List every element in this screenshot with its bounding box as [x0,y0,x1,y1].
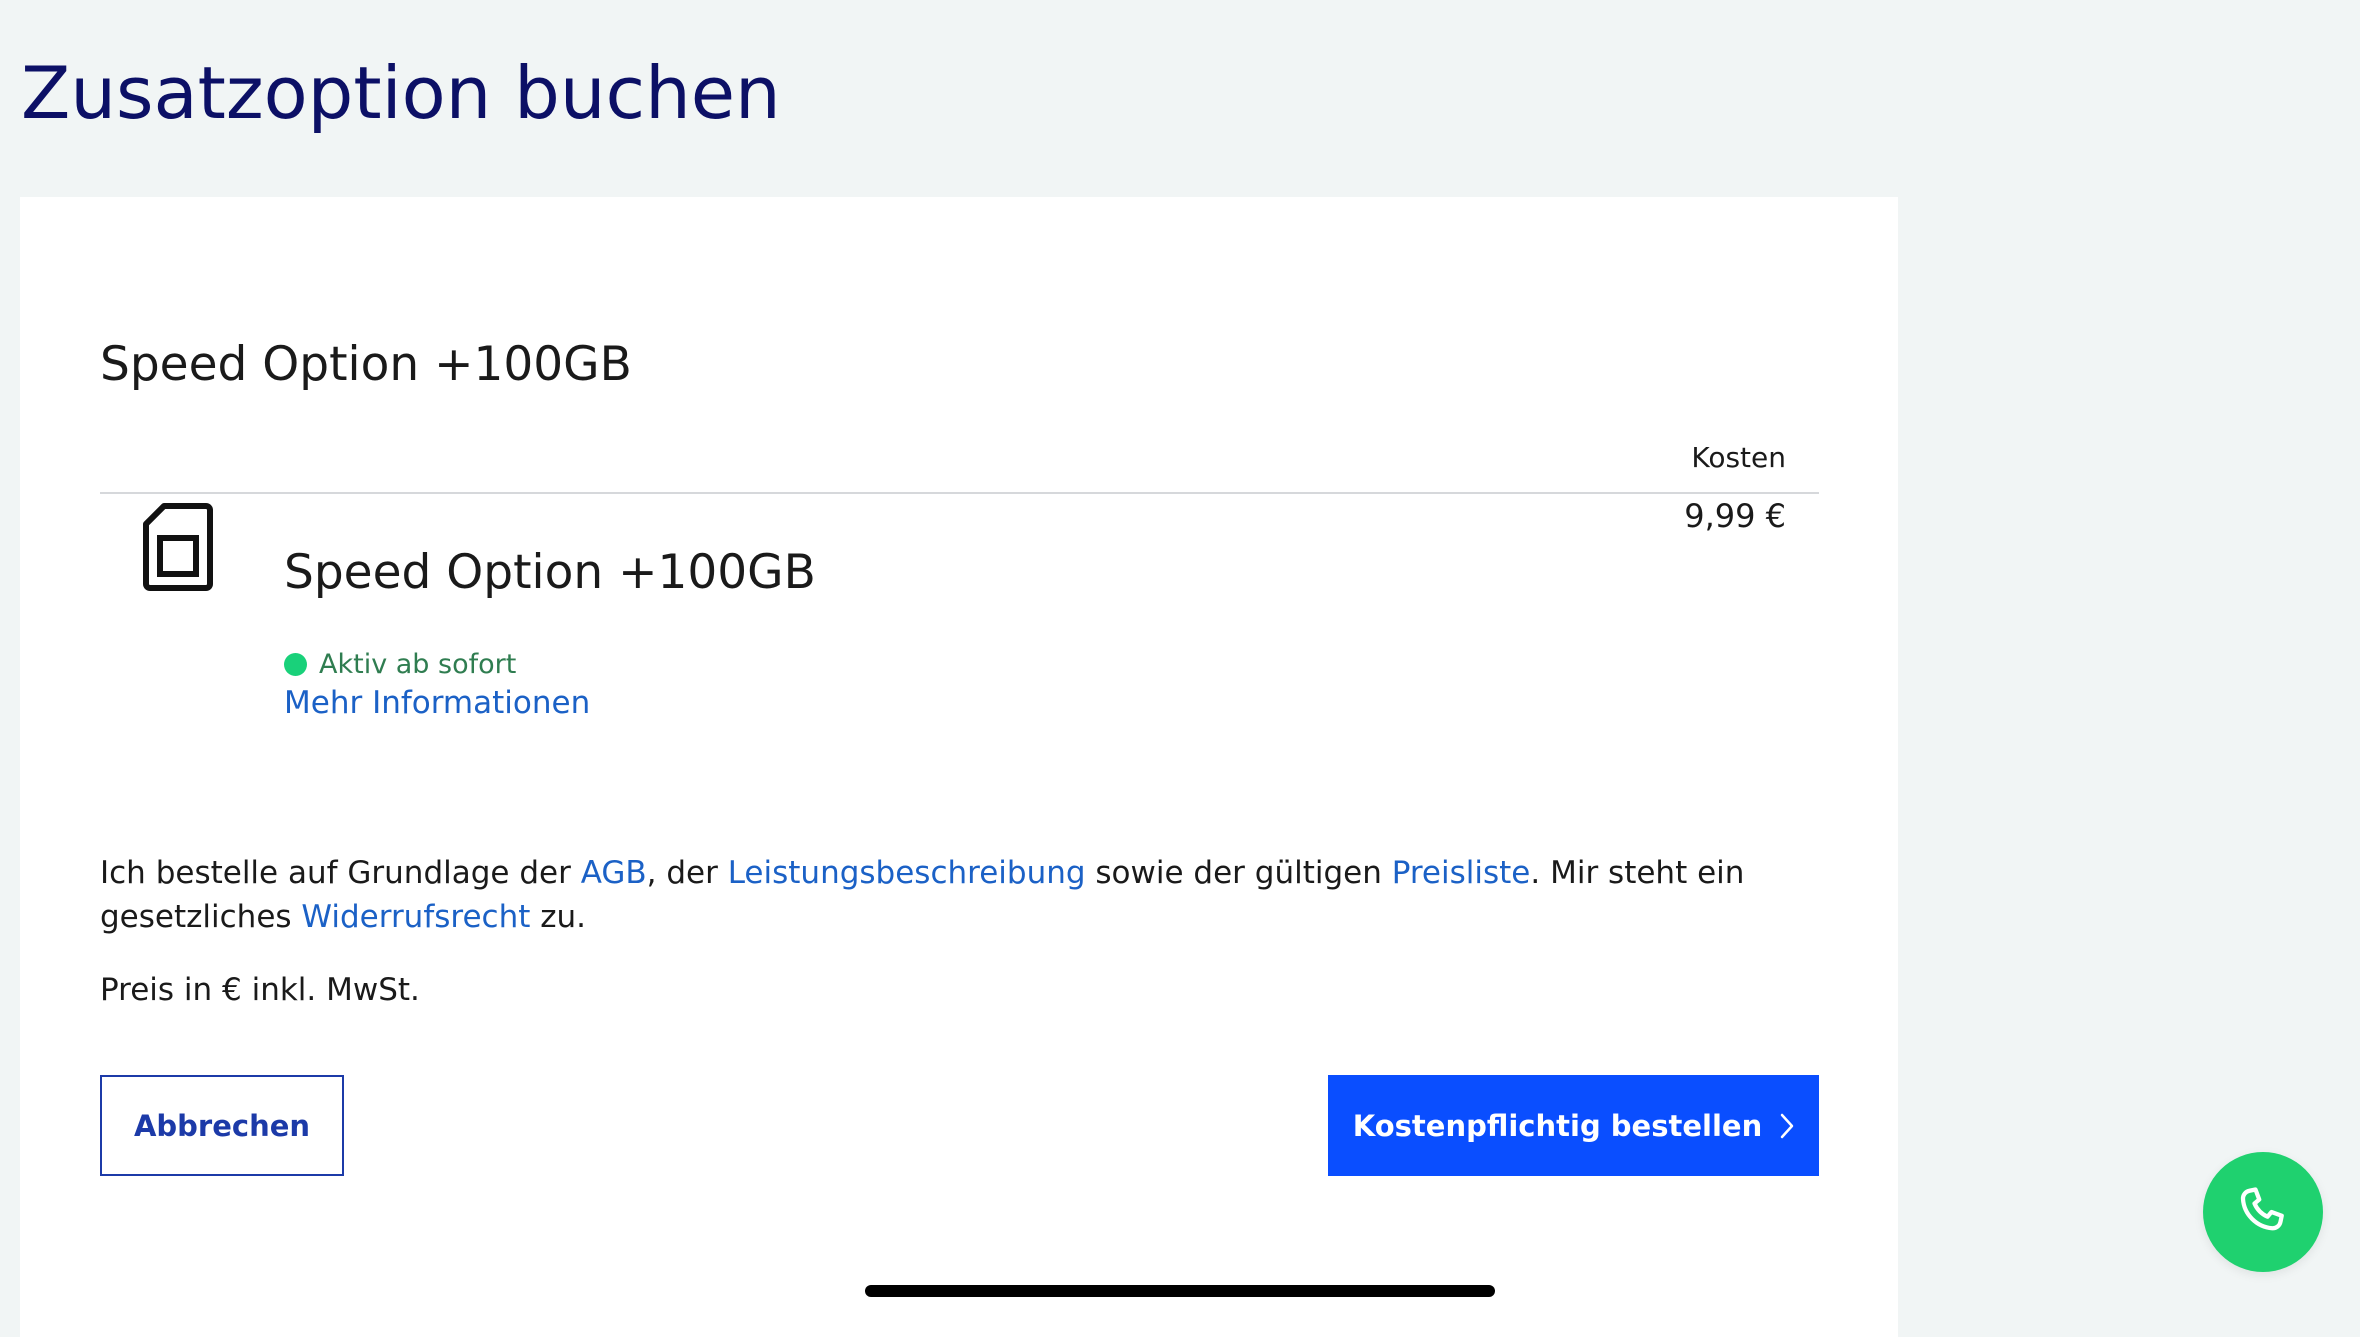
phone-icon [2240,1187,2284,1231]
divider [100,492,1819,494]
status-text: Aktiv ab sofort [319,649,517,680]
service-description-link[interactable]: Leistungsbeschreibung [728,855,1086,891]
chevron-right-icon [1780,1113,1794,1139]
terms-sep-1: , der [646,855,728,891]
cost-column-header: Kosten [1691,441,1786,474]
option-item-name: Speed Option +100GB [284,545,816,600]
withdrawal-right-link[interactable]: Widerrufsrecht [301,899,530,935]
option-card: Speed Option +100GB Kosten 9,99 € Speed … [20,197,1898,1337]
cancel-button[interactable]: Abbrechen [100,1075,344,1176]
order-button-label: Kostenpflichtig bestellen [1352,1108,1763,1143]
agb-link[interactable]: AGB [581,855,647,891]
status-dot-icon [284,653,307,676]
sim-card-icon [143,503,213,591]
price-value: 9,99 € [1684,497,1786,535]
terms-prefix: Ich bestelle auf Grundlage der [100,855,581,891]
terms-suffix: zu. [530,899,587,935]
vat-note: Preis in € inkl. MwSt. [100,972,420,1008]
price-list-link[interactable]: Preisliste [1392,855,1531,891]
order-button[interactable]: Kostenpflichtig bestellen [1328,1075,1819,1176]
option-heading: Speed Option +100GB [100,337,632,392]
call-button[interactable] [2203,1152,2323,1272]
terms-text: Ich bestelle auf Grundlage der AGB, der … [100,851,1820,939]
status-indicator: Aktiv ab sofort [284,649,516,680]
more-info-link[interactable]: Mehr Informationen [284,685,590,721]
page-title: Zusatzoption buchen [21,51,781,135]
terms-sep-2: sowie der gültigen [1085,855,1392,891]
home-indicator [865,1285,1495,1297]
